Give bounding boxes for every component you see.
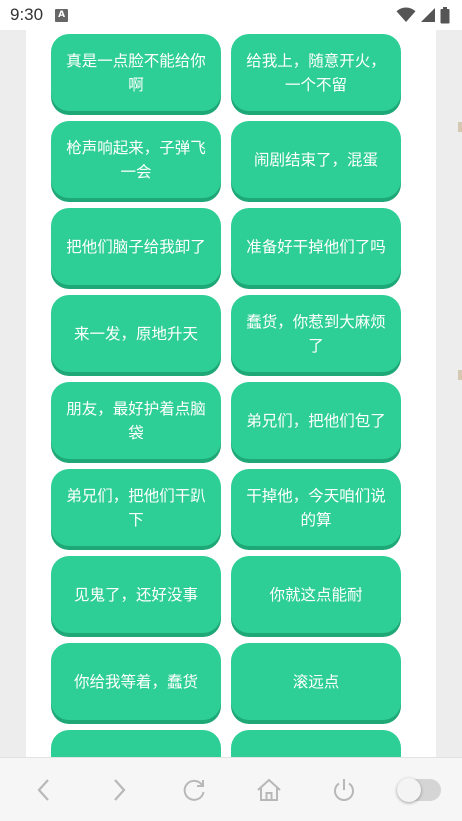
signal-icon (421, 8, 435, 22)
content-area[interactable]: 真是一点脸不能给你啊 给我上，随意开火，一个不留 枪声响起来，子弹飞一会 闹剧结… (0, 30, 462, 757)
reload-icon (183, 779, 204, 801)
toggle-knob (396, 777, 421, 802)
edge-marker (458, 370, 462, 380)
voice-button[interactable]: 弟兄们，把他们包了 (231, 382, 401, 459)
voice-button[interactable]: 准备好干掉他们了吗 (231, 208, 401, 285)
toggle-switch[interactable] (396, 768, 441, 812)
voice-button[interactable]: 你就这点能耐 (231, 556, 401, 633)
home-button[interactable] (247, 768, 291, 812)
forward-icon (113, 778, 125, 801)
toggle-track[interactable] (396, 777, 441, 802)
home-icon (256, 778, 281, 801)
voice-button[interactable]: 滚远点 (231, 643, 401, 720)
voice-button[interactable]: 枪声响起来，子弹飞一会 (51, 121, 221, 198)
voice-button[interactable]: 见鬼了，还好没事 (51, 556, 221, 633)
edge-marker (458, 122, 462, 132)
status-icons (396, 6, 450, 24)
voice-button[interactable]: 真是一点脸不能给你啊 (51, 34, 221, 111)
voice-button[interactable]: 给我上，随意开火，一个不留 (231, 34, 401, 111)
forward-button[interactable] (97, 768, 141, 812)
voice-button[interactable]: 把他们脑子给我卸了 (51, 208, 221, 285)
voice-button[interactable] (231, 730, 401, 757)
voice-button[interactable]: 弟兄们，把他们干趴下 (51, 469, 221, 546)
button-grid: 真是一点脸不能给你啊 给我上，随意开火，一个不留 枪声响起来，子弹飞一会 闹剧结… (51, 34, 401, 757)
voice-button[interactable]: 朋友，最好护着点脑袋 (51, 382, 221, 459)
voice-button[interactable]: 来一发，原地升天 (51, 295, 221, 372)
reload-button[interactable] (172, 768, 216, 812)
back-button[interactable] (22, 768, 66, 812)
wifi-icon (396, 7, 416, 23)
voice-button[interactable]: 蠢货，你惹到大麻烦了 (231, 295, 401, 372)
voice-button[interactable]: 闹剧结束了，混蛋 (231, 121, 401, 198)
voice-button[interactable]: 干掉他，今天咱们说的算 (231, 469, 401, 546)
voice-button[interactable]: 你给我等着，蠢货 (51, 643, 221, 720)
power-icon (333, 778, 354, 801)
power-button[interactable] (322, 768, 366, 812)
status-time: 9:30 (10, 5, 44, 24)
status-bar: 9:30 A (0, 0, 462, 30)
back-icon (37, 778, 49, 801)
voice-button[interactable] (51, 730, 221, 757)
notification-icon: A (55, 8, 69, 22)
browser-nav-bar (0, 757, 462, 821)
battery-icon (440, 6, 450, 23)
